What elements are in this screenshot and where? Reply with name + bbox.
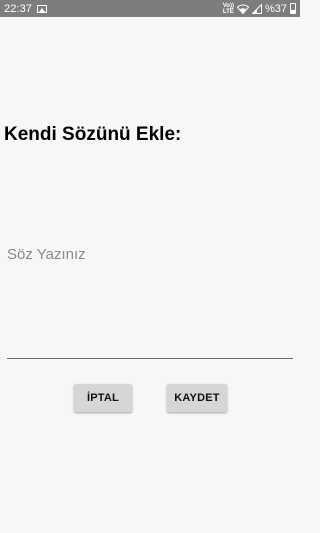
status-time: 22:37 (4, 2, 33, 15)
volte-icon: Vo)) LTE (222, 2, 234, 15)
battery-icon (290, 3, 296, 14)
cancel-button[interactable]: İPTAL (74, 384, 132, 412)
gallery-icon (37, 4, 48, 13)
battery-percentage: %37 (264, 2, 287, 15)
signal-icon (251, 3, 262, 14)
status-bar: 22:37 Vo)) LTE %37 (0, 0, 300, 17)
lyric-input[interactable] (7, 244, 293, 359)
page-title: Kendi Sözünü Ekle: (4, 124, 182, 145)
wifi-icon (236, 4, 249, 14)
status-left: 22:37 (4, 2, 48, 15)
status-right: Vo)) LTE %37 (223, 3, 296, 15)
save-button[interactable]: KAYDET (167, 384, 227, 412)
